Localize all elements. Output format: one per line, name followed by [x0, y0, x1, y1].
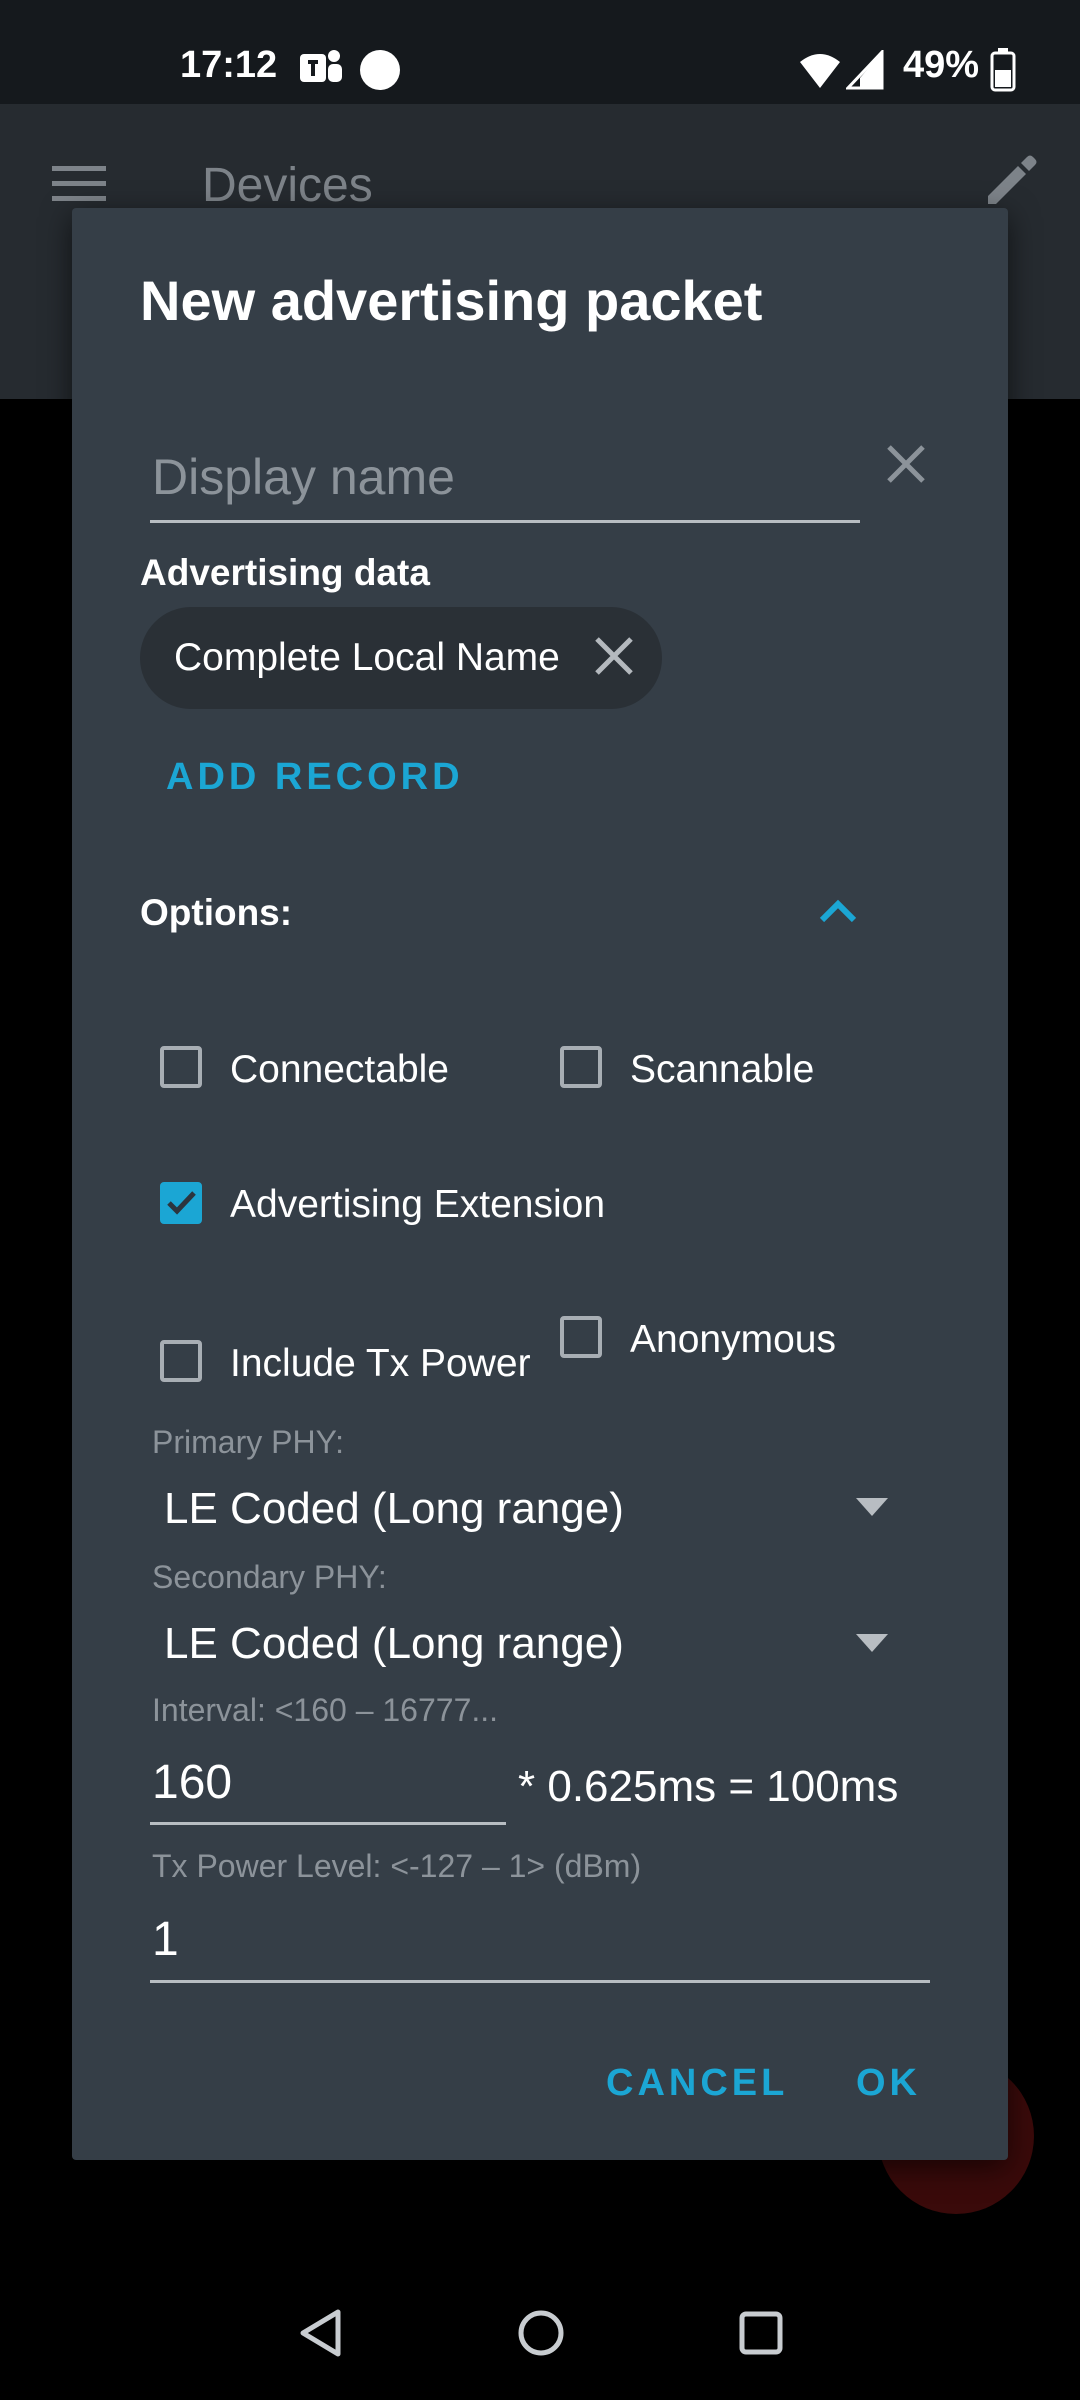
secondary-phy-value: LE Coded (Long range) [164, 1619, 624, 1668]
scannable-checkbox[interactable] [560, 1046, 602, 1088]
wifi-icon [800, 54, 840, 88]
interval-calculation: * 0.625ms = 100ms [518, 1762, 899, 1811]
anonymous-checkbox[interactable] [560, 1316, 602, 1358]
battery-percent: 49% [903, 44, 980, 86]
cell-signal-icon [846, 50, 884, 90]
advertising-extension-checkbox[interactable] [160, 1182, 202, 1224]
checkmark-icon [167, 1191, 196, 1215]
display-name-placeholder: Display name [152, 449, 455, 505]
recents-icon[interactable] [738, 2310, 784, 2356]
remove-record-icon[interactable] [594, 636, 634, 676]
include-tx-power-label: Include Tx Power [230, 1342, 531, 1385]
cancel-button[interactable]: CANCEL [606, 2062, 788, 2105]
edit-pencil-icon[interactable] [984, 154, 1038, 208]
add-record-button[interactable]: ADD RECORD [166, 756, 464, 799]
teams-icon [300, 50, 342, 82]
scannable-label: Scannable [630, 1048, 815, 1091]
hamburger-menu-icon[interactable] [52, 164, 106, 204]
dialog-title: New advertising packet [140, 269, 763, 332]
interval-value: 160 [152, 1756, 233, 1809]
connectable-label: Connectable [230, 1048, 449, 1091]
include-tx-power-checkbox[interactable] [160, 1340, 202, 1382]
options-label: Options: [140, 892, 293, 933]
tx-power-input[interactable] [150, 1908, 930, 1983]
tx-power-label: Tx Power Level: <-127 – 1> (dBm) [152, 1848, 642, 1884]
dropdown-arrow-icon [856, 1498, 888, 1516]
tx-power-value: 1 [152, 1913, 179, 1966]
anonymous-label: Anonymous [630, 1318, 836, 1361]
advertising-data-label: Advertising data [140, 552, 430, 593]
circle-notification-icon [360, 50, 400, 90]
status-time: 17:12 [180, 44, 278, 86]
ok-button[interactable]: OK [856, 2062, 921, 2105]
clear-display-name-icon[interactable] [886, 444, 926, 484]
secondary-phy-label: Secondary PHY: [152, 1559, 387, 1595]
home-icon[interactable] [516, 2308, 566, 2358]
dropdown-arrow-icon [856, 1634, 888, 1652]
advertising-extension-label: Advertising Extension [230, 1183, 606, 1226]
connectable-checkbox[interactable] [160, 1046, 202, 1088]
app-title: Devices [202, 159, 373, 212]
back-icon[interactable] [298, 2308, 344, 2358]
chevron-up-icon[interactable] [818, 896, 858, 924]
interval-label: Interval: <160 – 16777... [152, 1692, 499, 1728]
battery-icon [990, 48, 1016, 92]
record-chip-label: Complete Local Name [174, 636, 560, 679]
primary-phy-label: Primary PHY: [152, 1424, 345, 1460]
primary-phy-value: LE Coded (Long range) [164, 1484, 624, 1533]
